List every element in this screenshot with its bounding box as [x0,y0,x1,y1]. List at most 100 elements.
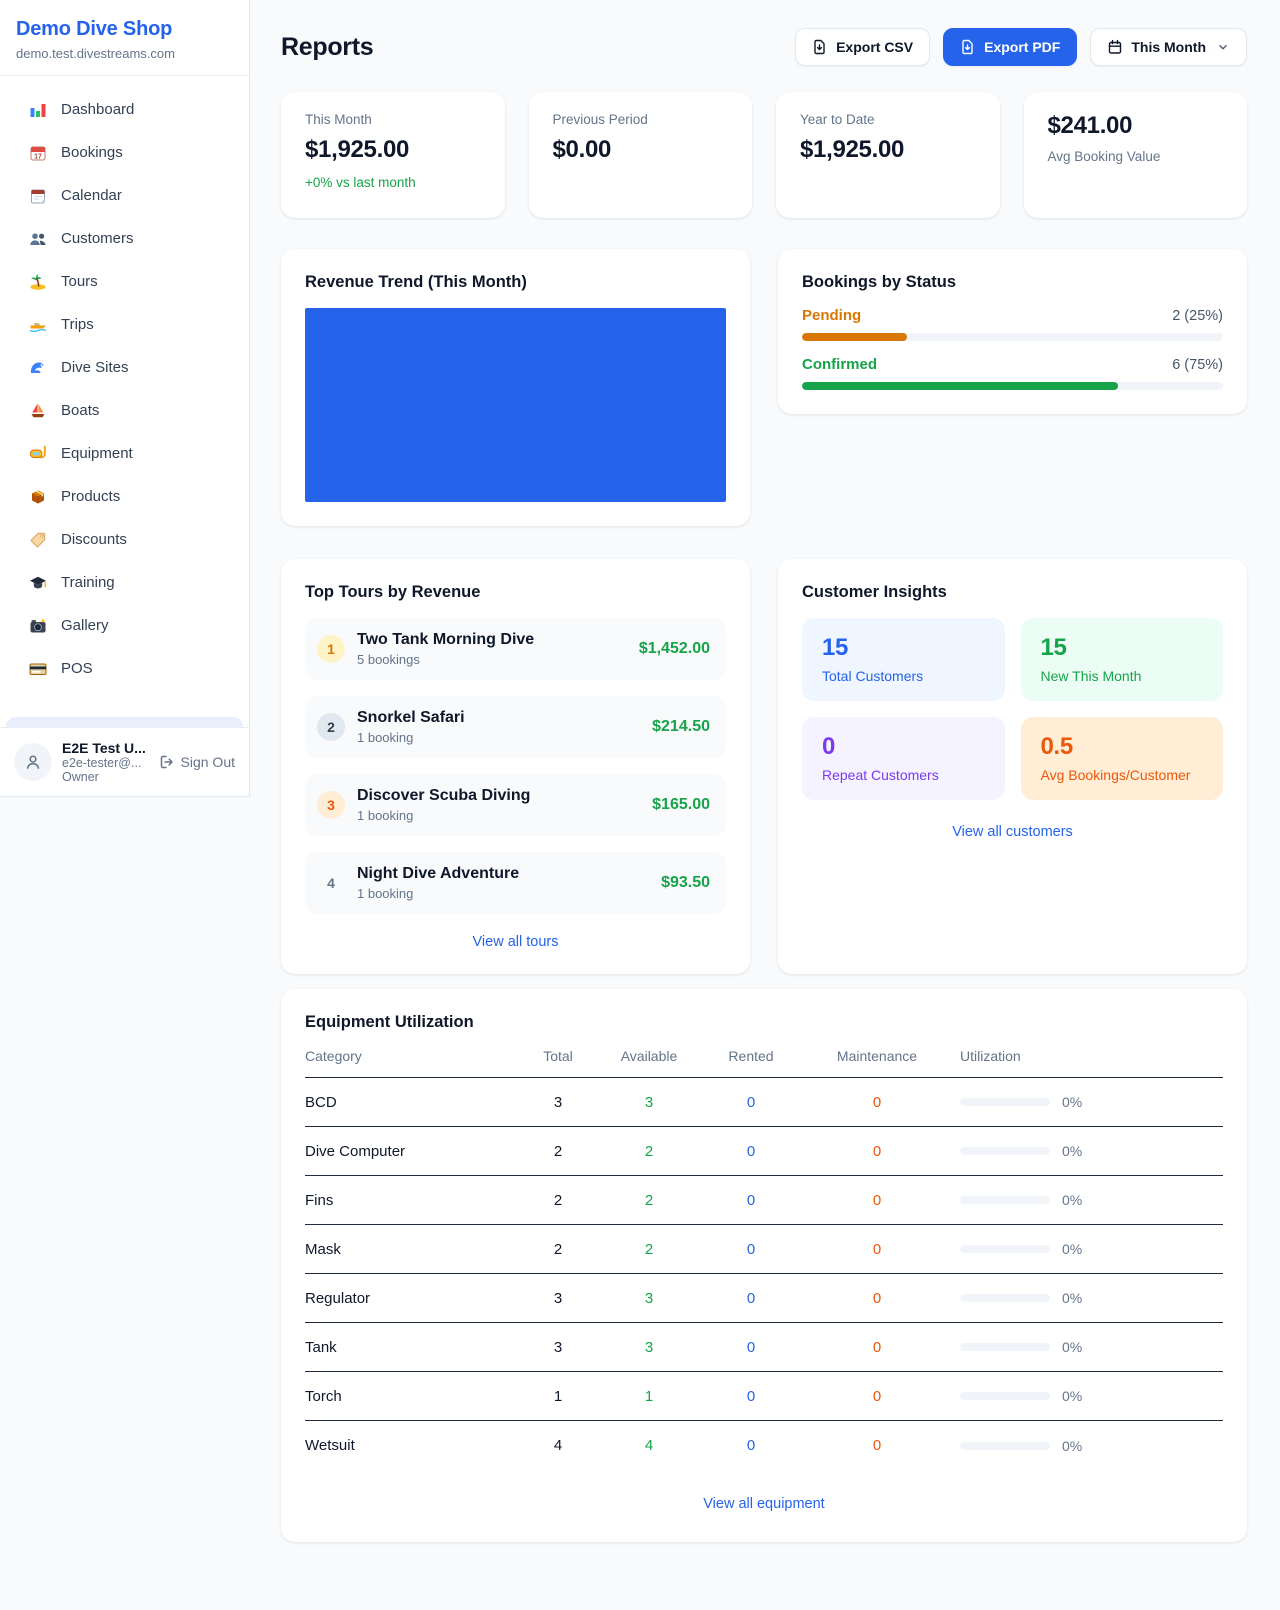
sidebar-item-dive-sites[interactable]: Dive Sites [10,346,239,389]
equipment-category: Mask [305,1241,513,1258]
status-bar-fill [802,333,907,341]
stat-delta: +0% vs last month [305,175,481,190]
stat-card-avg-booking-value: $241.00Avg Booking Value [1024,92,1248,218]
sidebar-item-reports-partial[interactable] [6,717,243,727]
equipment-available: 3 [603,1094,695,1111]
status-bar-fill [802,382,1118,390]
sidebar-item-dashboard[interactable]: Dashboard [10,88,239,131]
sidebar-item-products[interactable]: Products [10,475,239,518]
sidebar-item-discounts[interactable]: Discounts [10,518,239,561]
shop-domain: demo.test.divestreams.com [16,46,233,61]
sidebar-item-calendar[interactable]: Calendar [10,174,239,217]
tour-bookings-count: 5 bookings [357,652,534,667]
charts-row: Revenue Trend (This Month) Bookings by S… [281,249,1247,526]
insight-value: 15 [822,634,985,662]
status-row-pending: Pending2 (25%) [802,307,1223,341]
stat-card-previous-period: Previous Period $0.00 [529,92,753,218]
bar-chart-icon [28,100,48,120]
stat-label: This Month [305,112,481,127]
tag-icon [28,530,48,550]
export-csv-button[interactable]: Export CSV [795,28,930,66]
equipment-rented: 0 [695,1339,807,1356]
utilization-percent: 0% [1062,1290,1082,1306]
stat-card-year-to-date: Year to Date$1,925.00 [776,92,1000,218]
utilization-percent: 0% [1062,1192,1082,1208]
revenue-trend-card: Revenue Trend (This Month) [281,249,750,526]
sidebar-item-equipment[interactable]: Equipment [10,432,239,475]
equipment-utilization: 0% [947,1388,1223,1404]
export-pdf-button[interactable]: Export PDF [943,28,1077,66]
insight-value: 0 [822,733,985,761]
sign-out-button[interactable]: Sign Out [159,754,235,770]
export-csv-label: Export CSV [836,39,913,55]
equipment-rented: 0 [695,1241,807,1258]
tour-meta: Two Tank Morning Dive 5 bookings [357,631,534,667]
utilization-bar [960,1098,1050,1106]
top-tours-card: Top Tours by Revenue 1Two Tank Morning D… [281,559,750,974]
wave-icon [28,358,48,378]
equipment-rented: 0 [695,1290,807,1307]
equipment-maintenance: 0 [807,1339,947,1356]
status-bar-track [802,333,1223,341]
sidebar-item-gallery[interactable]: Gallery [10,604,239,647]
export-pdf-label: Export PDF [984,39,1060,55]
equipment-available: 4 [603,1437,695,1454]
utilization-percent: 0% [1062,1339,1082,1355]
equipment-maintenance: 0 [807,1143,947,1160]
table-row: BCD33000% [305,1078,1223,1127]
page-title: Reports [281,33,373,62]
equipment-maintenance: 0 [807,1388,947,1405]
equipment-total: 3 [513,1339,603,1356]
equipment-col-available: Available [603,1048,695,1064]
utilization-percent: 0% [1062,1438,1082,1454]
view-all-tours-link[interactable]: View all tours [473,934,559,950]
insight-label: Total Customers [822,668,985,684]
sidebar-item-pos[interactable]: POS [10,647,239,690]
stat-label: Previous Period [553,112,729,127]
tour-name: Two Tank Morning Dive [357,631,534,649]
utilization-percent: 0% [1062,1241,1082,1257]
sidebar-item-boats[interactable]: Boats [10,389,239,432]
insight-tile-repeat-customers: 0Repeat Customers [802,717,1005,800]
camera-icon [28,616,48,636]
sidebar-item-label: Tours [61,273,98,290]
sign-out-icon [159,754,175,770]
equipment-utilization: 0% [947,1339,1223,1355]
equipment-available: 2 [603,1241,695,1258]
customer-insights-title: Customer Insights [802,583,1223,602]
status-row-confirmed: Confirmed6 (75%) [802,356,1223,390]
rank-badge: 1 [317,635,345,663]
status-label: Confirmed [802,356,877,373]
equipment-total: 2 [513,1241,603,1258]
table-row: Mask22000% [305,1225,1223,1274]
chevron-down-icon [1216,40,1230,54]
credit-card-icon [28,659,48,679]
view-all-customers-link[interactable]: View all customers [952,824,1073,840]
table-row: Wetsuit44000% [305,1421,1223,1470]
insight-tiles: 15Total Customers15New This Month0Repeat… [802,618,1223,800]
equipment-category: Tank [305,1339,513,1356]
equipment-total: 3 [513,1290,603,1307]
status-bar-track [802,382,1223,390]
sidebar-item-label: POS [61,660,93,677]
stat-value: $0.00 [553,136,729,164]
sidebar-item-label: Calendar [61,187,122,204]
equipment-rented: 0 [695,1192,807,1209]
sidebar-item-label: Products [61,488,120,505]
sidebar-item-training[interactable]: Training [10,561,239,604]
revenue-trend-bar [305,308,726,502]
equipment-category: Fins [305,1192,513,1209]
equipment-utilization: 0% [947,1241,1223,1257]
sidebar-item-bookings[interactable]: 17Bookings [10,131,239,174]
sidebar-item-customers[interactable]: Customers [10,217,239,260]
rank-badge: 2 [317,713,345,741]
utilization-bar [960,1245,1050,1253]
tour-revenue: $214.50 [652,718,710,736]
view-all-equipment-link[interactable]: View all equipment [703,1496,824,1512]
period-dropdown[interactable]: This Month [1090,28,1247,66]
table-row: Torch11000% [305,1372,1223,1421]
customer-insights-card: Customer Insights 15Total Customers15New… [778,559,1247,974]
sidebar-item-tours[interactable]: Tours [10,260,239,303]
sidebar-item-trips[interactable]: Trips [10,303,239,346]
insight-value: 0.5 [1041,733,1204,761]
